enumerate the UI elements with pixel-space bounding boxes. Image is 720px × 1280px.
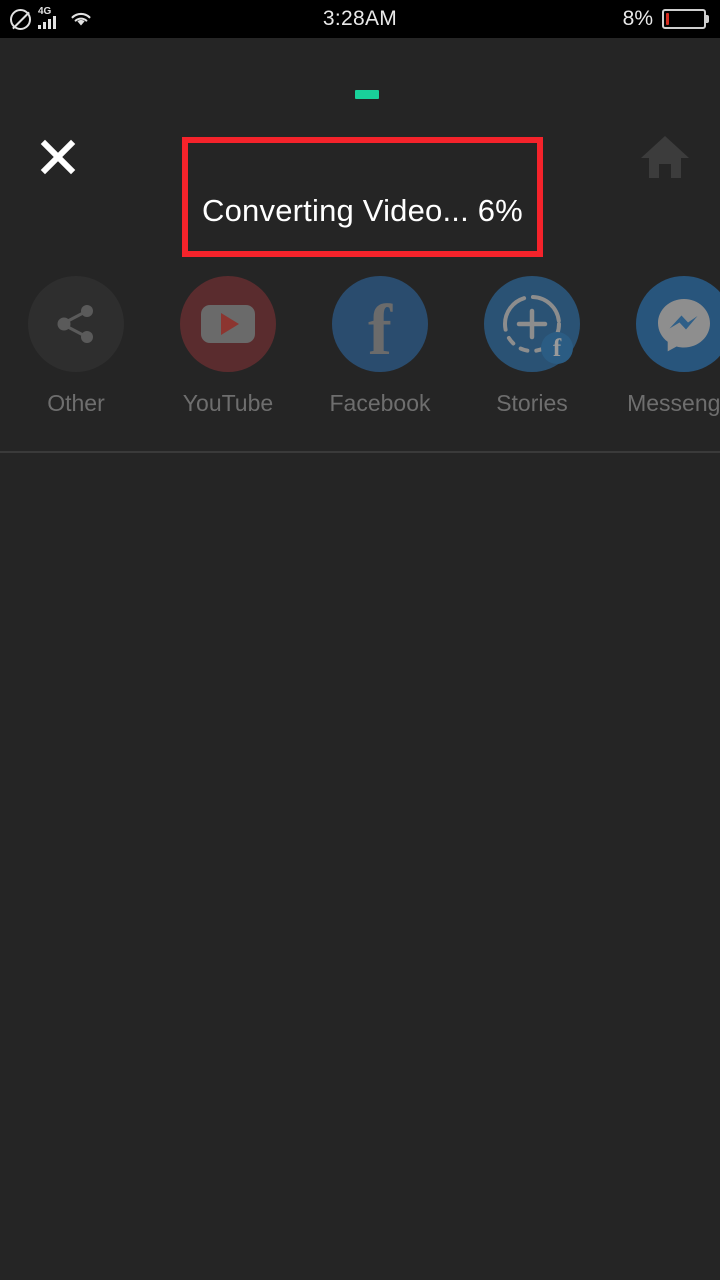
share-target-stories-label: Stories [496, 390, 568, 416]
share-target-facebook[interactable]: f Facebook [304, 276, 456, 417]
battery-percent-label: 8% [622, 7, 653, 30]
share-targets-row: Other YouTube f Facebook f Stories Messe… [0, 276, 720, 436]
youtube-icon [201, 305, 255, 343]
app-screen: 4G 3:28AM 8% Converting Video... 6% Othe… [0, 0, 720, 1280]
clock-label: 3:28AM [322, 7, 398, 30]
status-bar-center: 3:28AM [0, 0, 720, 38]
top-progress-bar [0, 90, 720, 99]
share-target-messenger[interactable]: Messenger [608, 276, 720, 417]
share-target-messenger-circle [636, 276, 720, 372]
facebook-stories-icon: f [494, 286, 573, 364]
top-progress-fill [355, 90, 379, 99]
battery-icon [662, 9, 706, 29]
status-bar: 4G 3:28AM 8% [0, 0, 720, 38]
share-target-youtube[interactable]: YouTube [152, 276, 304, 417]
share-target-stories[interactable]: f Stories [456, 276, 608, 417]
share-target-other-label: Other [47, 390, 105, 416]
play-triangle-icon [220, 313, 239, 335]
home-icon [641, 136, 689, 178]
share-target-stories-circle: f [484, 276, 580, 372]
status-bar-right-icons: 8% [623, 0, 706, 38]
share-target-other[interactable]: Other [0, 276, 152, 417]
share-target-messenger-label: Messenger [627, 390, 720, 416]
share-target-youtube-circle [180, 276, 276, 372]
status-highlight-box: Converting Video... 6% [182, 137, 543, 257]
share-target-facebook-circle: f [332, 276, 428, 372]
share-target-other-circle [28, 276, 124, 372]
facebook-badge-icon: f [541, 332, 573, 364]
share-icon [57, 305, 93, 343]
messenger-icon [658, 299, 710, 352]
share-target-youtube-label: YouTube [182, 390, 274, 416]
conversion-status-label: Converting Video... 6% [202, 193, 523, 228]
share-target-facebook-label: Facebook [329, 390, 431, 416]
close-icon [40, 139, 76, 175]
content-area [0, 453, 720, 1280]
home-button[interactable] [634, 126, 696, 188]
battery-fill [666, 13, 669, 25]
facebook-icon: f [368, 290, 392, 371]
close-button[interactable] [28, 126, 88, 188]
